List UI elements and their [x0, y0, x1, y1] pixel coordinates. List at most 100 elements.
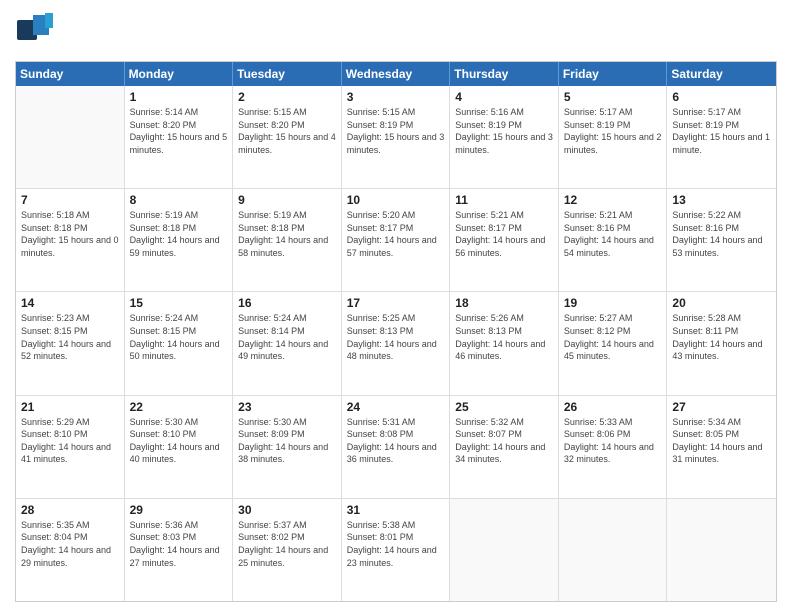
day-number: 30 [238, 503, 336, 517]
day-number: 14 [21, 296, 119, 310]
day-info: Sunrise: 5:35 AMSunset: 8:04 PMDaylight:… [21, 519, 119, 569]
calendar-day-22: 22 Sunrise: 5:30 AMSunset: 8:10 PMDayligh… [125, 396, 234, 498]
logo-icon [15, 10, 53, 53]
day-number: 24 [347, 400, 445, 414]
day-info: Sunrise: 5:30 AMSunset: 8:10 PMDaylight:… [130, 416, 228, 466]
day-number: 18 [455, 296, 553, 310]
day-info: Sunrise: 5:16 AMSunset: 8:19 PMDaylight:… [455, 106, 553, 156]
day-number: 7 [21, 193, 119, 207]
day-number: 25 [455, 400, 553, 414]
day-info: Sunrise: 5:21 AMSunset: 8:17 PMDaylight:… [455, 209, 553, 259]
calendar-day-21: 21 Sunrise: 5:29 AMSunset: 8:10 PMDayligh… [16, 396, 125, 498]
day-info: Sunrise: 5:21 AMSunset: 8:16 PMDaylight:… [564, 209, 662, 259]
calendar-day-11: 11 Sunrise: 5:21 AMSunset: 8:17 PMDayligh… [450, 189, 559, 291]
day-info: Sunrise: 5:25 AMSunset: 8:13 PMDaylight:… [347, 312, 445, 362]
day-info: Sunrise: 5:15 AMSunset: 8:20 PMDaylight:… [238, 106, 336, 156]
logo [15, 10, 57, 53]
header-day-wednesday: Wednesday [342, 62, 451, 86]
header-day-sunday: Sunday [16, 62, 125, 86]
calendar-week-5: 28 Sunrise: 5:35 AMSunset: 8:04 PMDayligh… [16, 499, 776, 601]
day-number: 12 [564, 193, 662, 207]
calendar-day-8: 8 Sunrise: 5:19 AMSunset: 8:18 PMDaylight… [125, 189, 234, 291]
calendar-day-25: 25Sunrise: 5:32 AMSunset: 8:07 PMDayligh… [450, 396, 559, 498]
calendar-week-1: 1 Sunrise: 5:14 AMSunset: 8:20 PMDaylight… [16, 86, 776, 189]
day-info: Sunrise: 5:22 AMSunset: 8:16 PMDaylight:… [672, 209, 771, 259]
calendar-day-4: 4 Sunrise: 5:16 AMSunset: 8:19 PMDaylight… [450, 86, 559, 188]
header-day-friday: Friday [559, 62, 668, 86]
day-info: Sunrise: 5:26 AMSunset: 8:13 PMDaylight:… [455, 312, 553, 362]
calendar: SundayMondayTuesdayWednesdayThursdayFrid… [15, 61, 777, 602]
calendar-day-16: 16 Sunrise: 5:24 AMSunset: 8:14 PMDayligh… [233, 292, 342, 394]
calendar-day-6: 6 Sunrise: 5:17 AMSunset: 8:19 PMDaylight… [667, 86, 776, 188]
calendar-day-10: 10 Sunrise: 5:20 AMSunset: 8:17 PMDayligh… [342, 189, 451, 291]
calendar-week-2: 7 Sunrise: 5:18 AMSunset: 8:18 PMDaylight… [16, 189, 776, 292]
calendar-day-17: 17 Sunrise: 5:25 AMSunset: 8:13 PMDayligh… [342, 292, 451, 394]
day-info: Sunrise: 5:20 AMSunset: 8:17 PMDaylight:… [347, 209, 445, 259]
calendar-header: SundayMondayTuesdayWednesdayThursdayFrid… [16, 62, 776, 86]
day-info: Sunrise: 5:19 AMSunset: 8:18 PMDaylight:… [130, 209, 228, 259]
day-number: 2 [238, 90, 336, 104]
day-number: 19 [564, 296, 662, 310]
day-number: 28 [21, 503, 119, 517]
day-number: 5 [564, 90, 662, 104]
day-number: 29 [130, 503, 228, 517]
page-header [15, 10, 777, 53]
calendar-body: 1 Sunrise: 5:14 AMSunset: 8:20 PMDaylight… [16, 86, 776, 601]
day-info: Sunrise: 5:31 AMSunset: 8:08 PMDaylight:… [347, 416, 445, 466]
header-day-thursday: Thursday [450, 62, 559, 86]
day-number: 16 [238, 296, 336, 310]
calendar-day-23: 23 Sunrise: 5:30 AMSunset: 8:09 PMDayligh… [233, 396, 342, 498]
day-number: 27 [672, 400, 771, 414]
day-info: Sunrise: 5:17 AMSunset: 8:19 PMDaylight:… [672, 106, 771, 156]
day-number: 20 [672, 296, 771, 310]
calendar-day-28: 28 Sunrise: 5:35 AMSunset: 8:04 PMDayligh… [16, 499, 125, 601]
day-number: 13 [672, 193, 771, 207]
calendar-day-3: 3 Sunrise: 5:15 AMSunset: 8:19 PMDaylight… [342, 86, 451, 188]
calendar-day-31: 31 Sunrise: 5:38 AMSunset: 8:01 PMDayligh… [342, 499, 451, 601]
calendar-day-5: 5 Sunrise: 5:17 AMSunset: 8:19 PMDaylight… [559, 86, 668, 188]
calendar-day-9: 9Sunrise: 5:19 AMSunset: 8:18 PMDaylight… [233, 189, 342, 291]
day-number: 17 [347, 296, 445, 310]
day-number: 26 [564, 400, 662, 414]
calendar-empty-cell [667, 499, 776, 601]
day-number: 6 [672, 90, 771, 104]
day-info: Sunrise: 5:14 AMSunset: 8:20 PMDaylight:… [130, 106, 228, 156]
day-number: 10 [347, 193, 445, 207]
day-info: Sunrise: 5:36 AMSunset: 8:03 PMDaylight:… [130, 519, 228, 569]
day-number: 31 [347, 503, 445, 517]
calendar-empty-cell [559, 499, 668, 601]
day-info: Sunrise: 5:30 AMSunset: 8:09 PMDaylight:… [238, 416, 336, 466]
day-info: Sunrise: 5:29 AMSunset: 8:10 PMDaylight:… [21, 416, 119, 466]
header-day-tuesday: Tuesday [233, 62, 342, 86]
calendar-day-18: 18 Sunrise: 5:26 AMSunset: 8:13 PMDayligh… [450, 292, 559, 394]
day-number: 11 [455, 193, 553, 207]
day-number: 23 [238, 400, 336, 414]
day-number: 15 [130, 296, 228, 310]
day-number: 1 [130, 90, 228, 104]
calendar-day-15: 15Sunrise: 5:24 AMSunset: 8:15 PMDayligh… [125, 292, 234, 394]
day-info: Sunrise: 5:24 AMSunset: 8:14 PMDaylight:… [238, 312, 336, 362]
calendar-day-26: 26Sunrise: 5:33 AMSunset: 8:06 PMDayligh… [559, 396, 668, 498]
calendar-empty-cell [450, 499, 559, 601]
day-info: Sunrise: 5:38 AMSunset: 8:01 PMDaylight:… [347, 519, 445, 569]
day-info: Sunrise: 5:19 AMSunset: 8:18 PMDaylight:… [238, 209, 336, 259]
day-info: Sunrise: 5:27 AMSunset: 8:12 PMDaylight:… [564, 312, 662, 362]
day-number: 21 [21, 400, 119, 414]
day-number: 3 [347, 90, 445, 104]
day-number: 4 [455, 90, 553, 104]
calendar-day-30: 30 Sunrise: 5:37 AMSunset: 8:02 PMDayligh… [233, 499, 342, 601]
calendar-day-29: 29 Sunrise: 5:36 AMSunset: 8:03 PMDayligh… [125, 499, 234, 601]
day-info: Sunrise: 5:37 AMSunset: 8:02 PMDaylight:… [238, 519, 336, 569]
day-info: Sunrise: 5:15 AMSunset: 8:19 PMDaylight:… [347, 106, 445, 156]
calendar-day-19: 19 Sunrise: 5:27 AMSunset: 8:12 PMDayligh… [559, 292, 668, 394]
day-info: Sunrise: 5:17 AMSunset: 8:19 PMDaylight:… [564, 106, 662, 156]
day-info: Sunrise: 5:23 AMSunset: 8:15 PMDaylight:… [21, 312, 119, 362]
header-day-monday: Monday [125, 62, 234, 86]
day-number: 8 [130, 193, 228, 207]
day-info: Sunrise: 5:28 AMSunset: 8:11 PMDaylight:… [672, 312, 771, 362]
day-info: Sunrise: 5:18 AMSunset: 8:18 PMDaylight:… [21, 209, 119, 259]
day-info: Sunrise: 5:34 AMSunset: 8:05 PMDaylight:… [672, 416, 771, 466]
day-number: 22 [130, 400, 228, 414]
header-day-saturday: Saturday [667, 62, 776, 86]
calendar-week-3: 14 Sunrise: 5:23 AMSunset: 8:15 PMDayligh… [16, 292, 776, 395]
